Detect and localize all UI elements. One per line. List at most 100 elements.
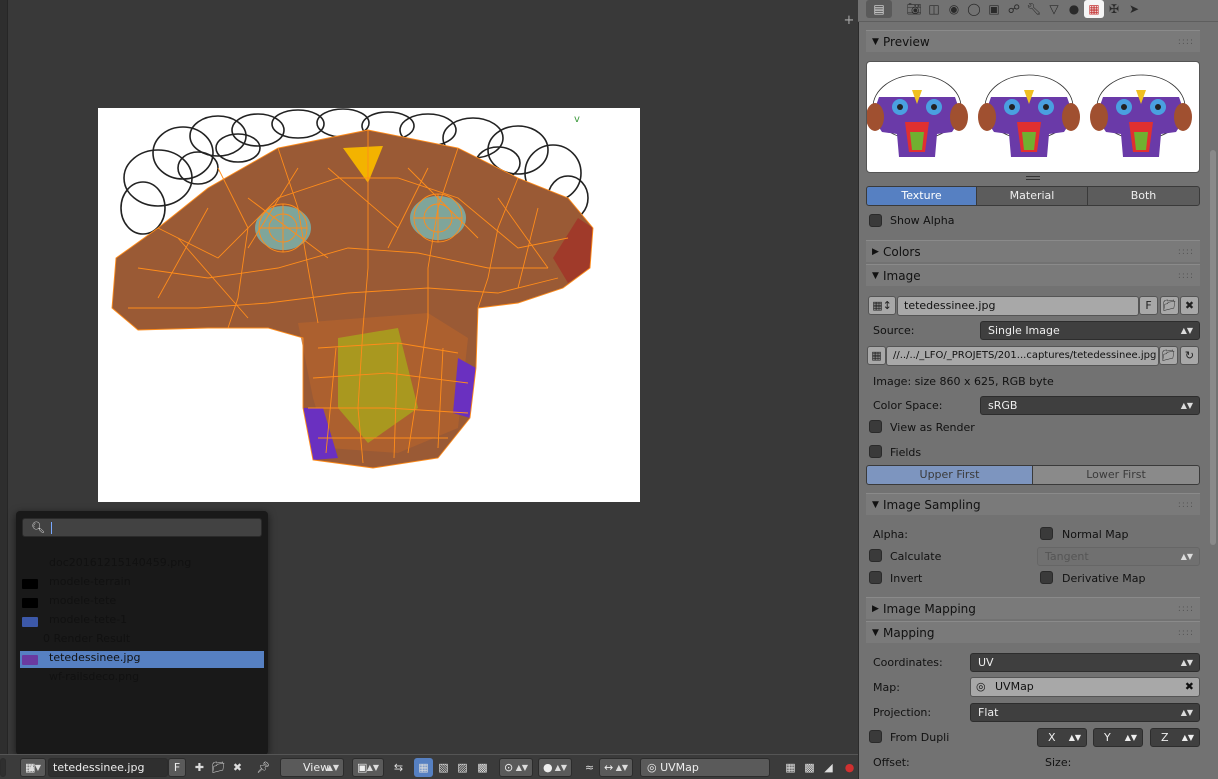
- face-select-icon[interactable]: ▨: [453, 758, 472, 777]
- alpha-checker-icon[interactable]: ▩: [800, 758, 819, 777]
- uv-map-selector[interactable]: ◎ UVMap: [640, 758, 770, 777]
- colors-panel-header[interactable]: ▶ Colors ::::: [866, 240, 1200, 262]
- material-tab-icon[interactable]: ●: [1064, 0, 1084, 18]
- upper-first-button: Upper First: [866, 465, 1033, 485]
- drag-grip-icon[interactable]: ::::: [1178, 622, 1194, 644]
- drag-grip-icon[interactable]: ::::: [1178, 241, 1194, 263]
- world-tab-icon[interactable]: ◯: [964, 0, 984, 18]
- filepath-field[interactable]: //../../_LFO/_PROJETS/201...captures/tet…: [886, 346, 1159, 366]
- popup-search-input[interactable]: 🔍︎: [22, 518, 262, 537]
- popup-item[interactable]: modele-tete: [20, 594, 264, 611]
- axis-x-dropdown[interactable]: X ▲▼: [1037, 728, 1087, 747]
- scene-tab-icon[interactable]: ◉: [944, 0, 964, 18]
- preview-both-tab[interactable]: Both: [1087, 186, 1200, 206]
- drag-grip-icon[interactable]: ::::: [1178, 598, 1194, 620]
- render-layers-tab-icon[interactable]: ◫: [924, 0, 944, 18]
- popup-item-label: modele-tete-1: [49, 613, 128, 626]
- projection-dropdown[interactable]: Flat ▲▼: [970, 703, 1200, 722]
- derivative-map-checkbox[interactable]: [1040, 571, 1053, 584]
- constraints-tab-icon[interactable]: ☍: [1004, 0, 1024, 18]
- image-canvas[interactable]: v: [98, 108, 640, 502]
- popup-item[interactable]: 0 Render Result: [20, 632, 264, 649]
- snap-element-dropdown[interactable]: ↔ ▲▼: [599, 758, 633, 777]
- coordinates-dropdown[interactable]: UV ▲▼: [970, 653, 1200, 672]
- physics-tab-icon[interactable]: ➤: [1124, 0, 1144, 18]
- popup-item-label: wf-railsdeco.png: [49, 670, 140, 683]
- text-caret: [51, 522, 52, 534]
- panel-title: Mapping: [883, 626, 935, 640]
- resize-grip[interactable]: [1026, 176, 1040, 180]
- proportional-dropdown[interactable]: ● ▲▼: [538, 758, 572, 777]
- unlink-x-icon[interactable]: ✖: [228, 758, 247, 777]
- popup-item-selected[interactable]: tetedessinee.jpg: [20, 651, 264, 668]
- file-pack-icon[interactable]: ▦: [867, 346, 886, 365]
- popup-item[interactable]: modele-terrain: [20, 575, 264, 592]
- object-tab-icon[interactable]: ▣: [984, 0, 1004, 18]
- vertex-select-icon[interactable]: ▦: [414, 758, 433, 777]
- show-alpha-checkbox[interactable]: [869, 214, 882, 227]
- particles-tab-icon[interactable]: ✠: [1104, 0, 1124, 18]
- uv-image-editor[interactable]: + v 🔍︎ doc20161215140459.png modele-terr…: [0, 0, 858, 755]
- editor-type-icon[interactable]: ▤: [866, 0, 892, 18]
- from-dupli-checkbox[interactable]: [869, 730, 882, 743]
- axis-z-dropdown[interactable]: Z ▲▼: [1150, 728, 1200, 747]
- drag-grip-icon[interactable]: ::::: [1178, 265, 1194, 287]
- browse-file-icon[interactable]: 📁︎: [1159, 346, 1178, 365]
- image-browse-button[interactable]: ▦↕: [868, 296, 896, 315]
- preview-texture-tab[interactable]: Texture: [866, 186, 977, 206]
- uv-map-field[interactable]: ◎ UVMap ✖: [970, 677, 1200, 697]
- data-tab-icon[interactable]: ▽: [1044, 0, 1064, 18]
- drag-grip-icon[interactable]: ::::: [1178, 31, 1194, 53]
- mapping-panel-header[interactable]: ▼ Mapping ::::: [866, 621, 1200, 643]
- color-space-dropdown[interactable]: sRGB ▲▼: [980, 396, 1200, 415]
- popup-item[interactable]: doc20161215140459.png: [20, 556, 264, 573]
- editor-type-edge[interactable]: [0, 758, 6, 777]
- popup-item-label: 0 Render Result: [43, 632, 131, 645]
- view-menu[interactable]: View ▲▼: [280, 758, 344, 777]
- texture-tab-icon[interactable]: ▦: [1084, 0, 1104, 18]
- unlink-x-icon[interactable]: ✖: [1180, 296, 1199, 315]
- image-mapping-panel-header[interactable]: ▶ Image Mapping ::::: [866, 597, 1200, 619]
- checker-icon[interactable]: ▦: [781, 758, 800, 777]
- calculate-checkbox[interactable]: [869, 549, 882, 562]
- modifiers-tab-icon[interactable]: 🔧︎: [1024, 0, 1044, 18]
- fake-user-button[interactable]: F: [1139, 296, 1158, 315]
- calculate-label: Calculate: [890, 550, 942, 563]
- image-name-field[interactable]: tetedessinee.jpg: [48, 758, 168, 777]
- normal-map-checkbox[interactable]: [1040, 527, 1053, 540]
- open-folder-icon[interactable]: 📁︎: [1160, 296, 1179, 315]
- display-mode-dropdown[interactable]: ▣ ▲▼: [352, 758, 384, 777]
- preview-material-tab[interactable]: Material: [976, 186, 1088, 206]
- area-split-plus-icon[interactable]: +: [842, 14, 856, 28]
- invert-checkbox[interactable]: [869, 571, 882, 584]
- reload-icon[interactable]: ↻: [1180, 346, 1199, 365]
- edge-select-icon[interactable]: ▧: [434, 758, 453, 777]
- image-name-field[interactable]: tetedessinee.jpg: [897, 296, 1139, 316]
- sync-icon[interactable]: ⇆: [389, 758, 408, 777]
- popup-item[interactable]: modele-tete-1: [20, 613, 264, 630]
- pivot-dropdown[interactable]: ⊙ ▲▼: [499, 758, 533, 777]
- open-folder-icon[interactable]: 📁︎: [209, 758, 228, 777]
- island-select-icon[interactable]: ▩: [473, 758, 492, 777]
- record-icon[interactable]: ●: [840, 758, 859, 777]
- image-browse-button[interactable]: ▦ ▲▼: [20, 758, 46, 777]
- image-thumbnail-icon: [22, 655, 38, 665]
- drag-grip-icon[interactable]: ::::: [1178, 494, 1194, 516]
- color-space-value: sRGB: [988, 399, 1018, 412]
- snap-icon[interactable]: ≈: [580, 758, 599, 777]
- clear-x-icon[interactable]: ✖: [1185, 678, 1194, 696]
- render-tab-icon[interactable]: 📷︎: [904, 0, 924, 18]
- source-dropdown[interactable]: Single Image ▲▼: [980, 321, 1200, 340]
- image-sampling-panel-header[interactable]: ▼ Image Sampling ::::: [866, 493, 1200, 515]
- curve-icon[interactable]: ◢: [819, 758, 838, 777]
- view-as-render-checkbox[interactable]: [869, 420, 882, 433]
- pin-icon[interactable]: 📌︎: [254, 758, 273, 777]
- axis-y-dropdown[interactable]: Y ▲▼: [1093, 728, 1143, 747]
- fields-checkbox[interactable]: [869, 445, 882, 458]
- fake-user-button[interactable]: F: [168, 758, 186, 777]
- image-panel-header[interactable]: ▼ Image ::::: [866, 264, 1200, 286]
- preview-panel-header[interactable]: ▼ Preview ::::: [866, 30, 1200, 52]
- popup-item[interactable]: wf-railsdeco.png: [20, 670, 264, 687]
- properties-scrollbar[interactable]: [1210, 150, 1216, 545]
- new-image-icon[interactable]: ✚: [190, 758, 209, 777]
